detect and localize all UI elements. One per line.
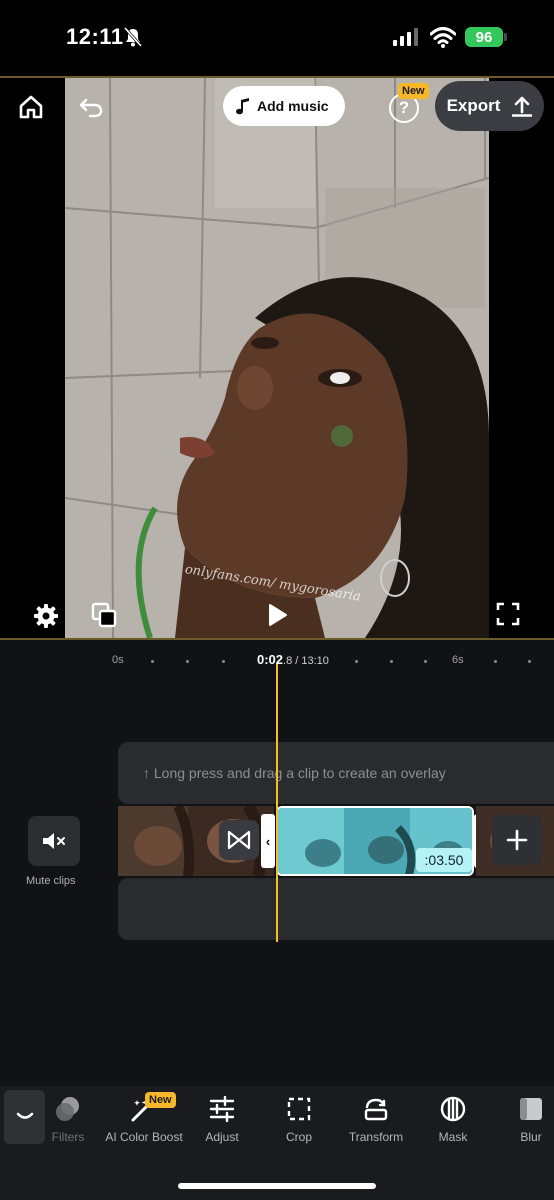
status-bar: 12:11 96 — [0, 0, 554, 76]
transition-button[interactable] — [219, 820, 259, 860]
copy-frame-icon — [91, 602, 117, 628]
chevron-left-icon: ‹ — [265, 833, 271, 849]
ruler-start-label: 0s — [112, 654, 124, 666]
wifi-icon — [430, 27, 456, 48]
current-time-total: .8 / 13:10 — [283, 655, 329, 667]
video-frame: onlyfans.com/ mygorosaria — [65, 78, 489, 638]
blur-icon — [520, 1098, 542, 1120]
play-button[interactable] — [262, 600, 292, 630]
music-note-icon — [236, 98, 249, 115]
add-music-label: Add music — [257, 98, 329, 114]
settings-button[interactable] — [32, 602, 60, 630]
transform-icon — [364, 1098, 388, 1121]
ruler-dot — [424, 660, 427, 663]
undo-icon — [79, 98, 103, 118]
home-icon — [19, 95, 43, 119]
video-frame-image — [65, 78, 489, 638]
ruler-dot — [222, 660, 225, 663]
video-preview: onlyfans.com/ mygorosaria Add music ? Ne… — [0, 76, 554, 640]
help-icon: ? — [398, 98, 410, 117]
speaker-mute-icon — [43, 833, 65, 849]
add-music-button[interactable]: Add music — [223, 86, 345, 126]
help-new-badge: New — [398, 83, 429, 99]
tool-filters[interactable]: Filters — [26, 1094, 110, 1144]
ruler-dot — [528, 660, 531, 663]
tool-mask[interactable]: Mask — [411, 1094, 495, 1144]
cell-signal-icon — [393, 28, 418, 46]
current-time-main: 0:02 — [257, 652, 284, 667]
audio-track[interactable] — [118, 878, 554, 940]
tool-transform[interactable]: Transform — [334, 1094, 418, 1144]
tool-blur[interactable]: Blur — [489, 1094, 554, 1144]
add-clip-button[interactable] — [492, 815, 542, 865]
overlay-hint: ↑ Long press and drag a clip to create a… — [143, 765, 446, 781]
battery-indicator: 96 — [465, 27, 503, 47]
battery-level: 96 — [475, 28, 493, 46]
play-icon — [269, 604, 287, 626]
crop-icon — [287, 1097, 311, 1121]
tool-label: Mask — [438, 1130, 468, 1144]
ruler-dot — [494, 660, 497, 663]
tool-adjust[interactable]: Adjust — [180, 1094, 264, 1144]
current-time: 0:02.8 / 13:10 — [257, 652, 329, 667]
upload-icon — [512, 96, 533, 117]
tool-label: Adjust — [205, 1130, 239, 1144]
battery-tip — [504, 33, 507, 41]
status-time: 12:11 — [66, 24, 124, 49]
tool-label: Transform — [348, 1130, 404, 1144]
playhead[interactable] — [276, 664, 278, 942]
layout-button[interactable] — [89, 600, 119, 630]
tool-label: Filters — [51, 1130, 85, 1144]
home-indicator — [178, 1183, 376, 1189]
ruler-dot — [355, 660, 358, 663]
filters-icon — [56, 1097, 79, 1121]
plus-icon — [506, 829, 528, 851]
tool-label: Blur — [520, 1130, 542, 1144]
gear-icon — [34, 604, 58, 628]
transition-icon — [227, 830, 251, 850]
ruler-end-label: 6s — [452, 654, 464, 666]
clip-trim-handle-left[interactable]: ‹ — [261, 814, 275, 868]
adjust-sliders-icon — [209, 1096, 235, 1122]
tool-label: AI Color Boost — [105, 1130, 183, 1144]
home-button[interactable] — [16, 92, 46, 122]
fullscreen-icon — [496, 602, 520, 626]
clip-duration-badge: :03.50 — [416, 848, 472, 872]
tool-crop[interactable]: Crop — [257, 1094, 341, 1144]
silent-bell-icon — [124, 27, 142, 47]
ruler-dot — [186, 660, 189, 663]
undo-button[interactable] — [76, 92, 106, 122]
export-button[interactable]: Export — [435, 81, 544, 131]
mask-icon — [440, 1096, 466, 1122]
ai-color-boost-new-badge: New — [145, 1092, 176, 1108]
tool-label: Crop — [285, 1130, 312, 1144]
fullscreen-button[interactable] — [494, 600, 522, 628]
export-label: Export — [446, 96, 501, 115]
ruler-dot — [151, 660, 154, 663]
ruler-dot — [390, 660, 393, 663]
mute-clips-button[interactable] — [28, 816, 80, 866]
mute-clips-label: Mute clips — [26, 875, 76, 887]
